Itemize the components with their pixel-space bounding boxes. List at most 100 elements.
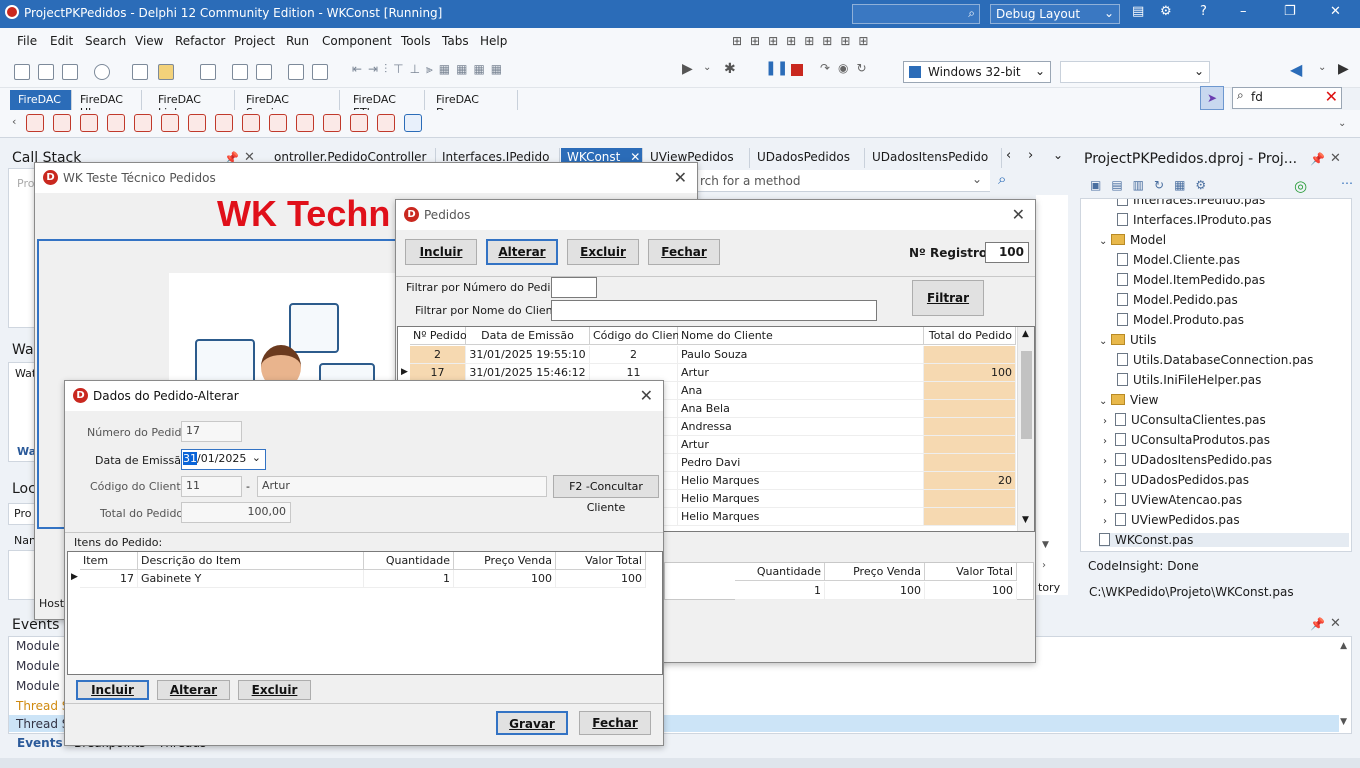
fdconnection-icon[interactable] <box>26 114 44 132</box>
tab-events[interactable]: Events <box>17 736 63 750</box>
fdtableadapter-icon[interactable] <box>242 114 260 132</box>
grid-cell[interactable]: Gabinete Y <box>138 570 364 588</box>
column-preco-venda[interactable]: Preço Venda <box>454 552 556 570</box>
expand-icon[interactable]: ⌄ <box>1099 396 1111 407</box>
menu-edit[interactable]: Edit <box>50 34 73 48</box>
grid-cell[interactable]: 2 <box>590 346 678 364</box>
grid-column-header[interactable]: Nome do Cliente <box>678 327 924 345</box>
pedidos-items-grid[interactable]: Quantidade Preço Venda Valor Total 1 100… <box>664 562 1034 600</box>
filtrar-button[interactable]: Filtrar <box>912 280 984 316</box>
filtro-nome-input[interactable] <box>551 300 877 321</box>
tree-file[interactable]: Interfaces.IProduto.pas <box>1117 213 1271 227</box>
collapse-icon[interactable]: › <box>1103 516 1115 527</box>
expand-icon[interactable]: ⌄ <box>1099 236 1111 247</box>
call-stack-item[interactable]: Pro <box>17 177 34 190</box>
event-item[interactable]: Module L <box>16 679 70 693</box>
fdmanager-icon[interactable] <box>350 114 368 132</box>
add-file-icon[interactable] <box>288 64 304 80</box>
column-valor-total[interactable]: Valor Total <box>556 552 646 570</box>
palette-search-input[interactable]: ⌕ fd ✕ <box>1232 87 1342 109</box>
itens-excluir-button[interactable]: Excluir <box>238 680 311 700</box>
tree-file[interactable]: › UConsultaClientes.pas <box>1103 413 1266 427</box>
tree-folder[interactable]: ⌄ Model <box>1099 233 1166 247</box>
grid-cell[interactable] <box>924 418 1016 436</box>
grid-cell[interactable] <box>924 490 1016 508</box>
column-descricao[interactable]: Descrição do Item <box>138 552 364 570</box>
event-item[interactable]: Module L <box>16 659 70 673</box>
collapse-icon[interactable]: › <box>1103 476 1115 487</box>
itens-incluir-button[interactable]: Incluir <box>76 680 149 700</box>
itens-grid[interactable]: Item Descrição do Item Quantidade Preço … <box>67 551 663 675</box>
grid-cell[interactable]: Andressa <box>678 418 924 436</box>
bug-icon[interactable]: ✱ <box>724 61 736 77</box>
pause-icon[interactable]: ❚❚ <box>765 60 788 76</box>
clear-search-icon[interactable]: ✕ <box>1325 87 1338 106</box>
fdtable-icon[interactable] <box>161 114 179 132</box>
fdtransaction-icon[interactable] <box>53 114 71 132</box>
close-icon[interactable]: ✕ <box>640 386 653 405</box>
platform-select[interactable]: Windows 32-bit ⌄ <box>903 61 1051 83</box>
grid-cell[interactable] <box>924 346 1016 364</box>
column-valor-total[interactable]: Valor Total <box>925 563 1017 581</box>
settings-icon[interactable]: ⚙ <box>1160 4 1172 19</box>
align-toolbar-icons[interactable]: ⊞⊞⊞⊞⊞⊞⊞⊞ <box>732 34 876 48</box>
column-preco-venda[interactable]: Preço Venda <box>825 563 925 581</box>
search-icon[interactable]: ⌕ <box>998 170 1006 188</box>
grid-cell[interactable]: 20 <box>924 472 1016 490</box>
grid-cell[interactable]: 17 <box>80 570 138 588</box>
fdquery-icon[interactable] <box>107 114 125 132</box>
scroll-right-icon[interactable]: › <box>1042 560 1046 571</box>
new-item-icon[interactable] <box>132 64 148 80</box>
fdschemaadapter-icon[interactable] <box>269 114 287 132</box>
tree-file[interactable]: Model.Pedido.pas <box>1117 293 1238 307</box>
layout-icon[interactable]: ▤ <box>1132 4 1144 19</box>
config-select[interactable]: ⌄ <box>1060 61 1210 83</box>
grid-cell[interactable]: 100 <box>924 364 1016 382</box>
tab-firedac-ui[interactable]: FireDAC UI <box>72 90 142 119</box>
fdmetainfoquery-icon[interactable] <box>296 114 314 132</box>
incluir-button[interactable]: Incluir <box>405 239 477 265</box>
grid-cell[interactable]: Paulo Souza <box>678 346 924 364</box>
grid-column-header[interactable]: Data de Emissão <box>466 327 590 345</box>
close-icon[interactable]: ✕ <box>1012 205 1025 224</box>
grid-cell[interactable] <box>924 400 1016 418</box>
close-icon[interactable]: ✕ <box>1330 616 1341 631</box>
collapse-icon[interactable]: › <box>1103 436 1115 447</box>
tree-file[interactable]: › UDadosPedidos.pas <box>1103 473 1249 487</box>
tab-list-icon[interactable]: ⌄ <box>1053 148 1063 162</box>
grid-cell[interactable]: Helio Marques <box>678 508 924 526</box>
grid-cell[interactable] <box>924 454 1016 472</box>
layout-select[interactable]: Debug Layout ⌄ <box>990 4 1120 24</box>
grid-cell[interactable]: 2 <box>410 346 466 364</box>
grid-cell[interactable] <box>924 382 1016 400</box>
scroll-up-icon[interactable]: ▲ <box>1340 641 1347 651</box>
step-icons[interactable]: ↷◉↻ <box>820 61 875 75</box>
back-icon[interactable]: ◀ <box>1290 60 1302 79</box>
collapse-icon[interactable]: › <box>1103 416 1115 427</box>
grid-cell[interactable] <box>924 436 1016 454</box>
tree-file[interactable]: Utils.DatabaseConnection.pas <box>1117 353 1313 367</box>
view-icon[interactable] <box>94 64 110 80</box>
numero-pedido-input[interactable]: 17 <box>181 421 242 442</box>
grid-column-header[interactable]: Total do Pedido <box>924 327 1016 345</box>
close-icon[interactable]: ✕ <box>1330 151 1341 166</box>
menu-help[interactable]: Help <box>480 34 507 48</box>
tree-file[interactable]: › UViewAtencao.pas <box>1103 493 1242 507</box>
grid-cell[interactable]: 100 <box>454 570 556 588</box>
save-all-icon[interactable] <box>62 64 78 80</box>
minimize-icon[interactable]: – <box>1240 4 1247 19</box>
tree-folder[interactable]: ⌄ Utils <box>1099 333 1156 347</box>
tree-folder[interactable]: ⌄ View <box>1099 393 1158 407</box>
close-file-icon[interactable] <box>256 64 272 80</box>
grid-cell[interactable] <box>924 508 1016 526</box>
back-dropdown-icon[interactable]: ⌄ <box>1318 62 1326 73</box>
tab-prev-icon[interactable]: ‹ <box>1006 148 1011 163</box>
scroll-left-icon[interactable]: ‹ <box>12 115 16 128</box>
total-pedido-input[interactable]: 100,00 <box>181 502 291 523</box>
component-selector-icon[interactable]: ➤ <box>1200 86 1224 110</box>
save-as-icon[interactable] <box>232 64 248 80</box>
grid-cell[interactable]: 100 <box>925 582 1017 600</box>
collapse-icon[interactable]: › <box>1103 496 1115 507</box>
fechar-button[interactable]: Fechar <box>579 711 651 735</box>
scroll-down-icon[interactable]: ▼ <box>1022 515 1029 525</box>
